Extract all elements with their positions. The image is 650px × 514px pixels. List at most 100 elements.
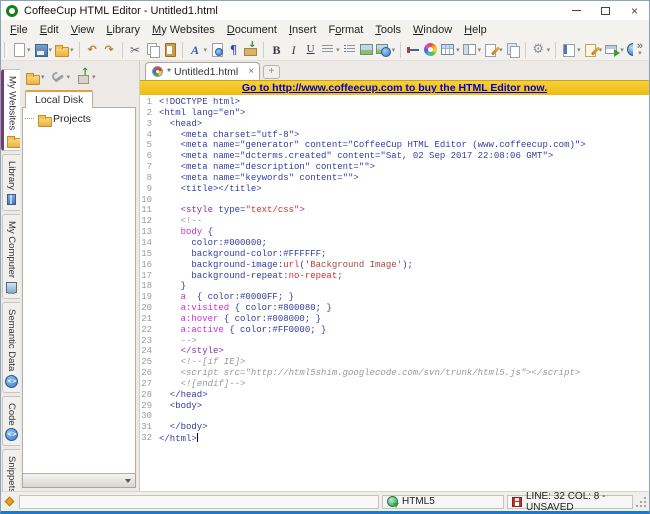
computer-icon (5, 281, 18, 295)
cut-button[interactable] (127, 41, 144, 58)
redo-icon (102, 42, 117, 57)
toolbar-separator (524, 41, 526, 58)
dropdown-arrow-icon: ▾ (41, 74, 45, 81)
sidebar-tab-my-websites[interactable]: My Websites (1, 69, 20, 152)
undo-button[interactable] (84, 41, 101, 58)
horizontal-rule-icon (406, 42, 421, 57)
toolbar-grip[interactable] (4, 41, 7, 58)
list-button[interactable] (341, 41, 358, 58)
new-document-button[interactable]: ▾ (10, 41, 32, 58)
tab-close-icon[interactable]: × (242, 66, 254, 77)
sidebar-tab-snippets[interactable]: Snippets (2, 449, 20, 491)
code-editor[interactable]: 1 <!DOCTYPE html> 2 <html lang="en"> 3 <head… (140, 95, 649, 491)
menu-help[interactable]: Help (458, 22, 493, 38)
insert-image-button[interactable] (358, 41, 375, 58)
buy-link[interactable]: Go to http://www.coffeecup.com to buy th… (242, 82, 547, 94)
edit-code-button[interactable]: ▾ (482, 41, 504, 58)
menu-edit[interactable]: Edit (34, 22, 65, 38)
image-library-button[interactable]: ▾ (375, 41, 397, 58)
panel-scrollbar[interactable] (22, 474, 136, 488)
resize-grip[interactable] (635, 496, 647, 508)
menu-file[interactable]: File (4, 22, 34, 38)
font-button[interactable]: ▾ (187, 41, 209, 58)
underline-button[interactable] (302, 41, 319, 58)
insert-image-icon (359, 42, 374, 57)
dropdown-arrow-icon: ▾ (391, 46, 396, 54)
code-line: 30 (140, 411, 649, 422)
menu-format[interactable]: Format (322, 22, 369, 38)
preview-browser-button[interactable]: ▾ (603, 41, 625, 58)
doctype-label: HTML5 (402, 496, 435, 507)
clipboard-button[interactable] (504, 41, 521, 58)
toolbar-overflow-button[interactable]: » ▾ (633, 40, 647, 58)
new-tab-button[interactable]: + (263, 65, 281, 79)
document-tab-label: * Untitled1.html (167, 65, 239, 78)
cursor-position-section: LINE: 32 COL: 8 - UNSAVED (507, 491, 633, 513)
toolbar-separator (400, 41, 402, 58)
open-file-button[interactable]: ▾ (53, 41, 75, 58)
sidebar-tab-semantic-data[interactable]: Semantic Data (2, 302, 20, 393)
horizontal-rule-button[interactable] (405, 41, 422, 58)
code-line: 8 <meta name="keywords" content=""> (140, 173, 649, 184)
code-text: <title></title> (159, 183, 262, 194)
redo-button[interactable] (101, 41, 118, 58)
table-button[interactable]: ▾ (439, 41, 461, 58)
settings-button[interactable]: ▾ (530, 41, 552, 58)
wrench-button[interactable]: ▾ (50, 69, 72, 86)
upload-file-button[interactable] (242, 41, 259, 58)
title-bar: CoffeeCup HTML Editor - Untitled1.html × (1, 1, 649, 20)
save-button[interactable]: ▾ (32, 41, 54, 58)
web-globe-icon (626, 42, 633, 57)
code-text: </body> (159, 422, 208, 433)
menu-window[interactable]: Window (407, 22, 458, 38)
sidebar-tab-library[interactable]: Library (2, 154, 20, 212)
code-text: color:#000000; (159, 237, 268, 248)
line-number: 19 (141, 292, 152, 303)
open-file-button[interactable]: ▾ (24, 69, 46, 86)
window-controls: × (562, 1, 649, 20)
bold-button[interactable] (268, 41, 285, 58)
sidebar-tab-code[interactable]: Code (2, 395, 20, 447)
menu-document[interactable]: Document (221, 22, 283, 38)
cursor-position-label: LINE: 32 COL: 8 - UNSAVED (526, 490, 606, 513)
maximize-icon (601, 6, 610, 15)
address-book-button[interactable]: ▾ (560, 41, 582, 58)
maximize-button[interactable] (591, 1, 620, 20)
line-number: 25 (141, 357, 152, 368)
italic-button[interactable] (285, 41, 302, 58)
web-globe-button[interactable]: ▾ (625, 41, 633, 58)
document-tab-untitled1[interactable]: * Untitled1.html × (145, 62, 261, 80)
menu-my-websites[interactable]: My Websites (146, 22, 221, 38)
menu-library[interactable]: Library (100, 22, 146, 38)
line-number: 26 (141, 368, 152, 379)
dropdown-arrow-icon: ▾ (499, 46, 503, 54)
align-button[interactable]: ▾ (319, 41, 341, 58)
code-line: 18 } (140, 281, 649, 292)
menu-tools[interactable]: Tools (369, 22, 407, 38)
code-line: 15 background-color:#FFFFFF; (140, 249, 649, 260)
copy-button[interactable] (144, 41, 161, 58)
file-tree[interactable]: Projects (22, 108, 136, 474)
color-wheel-button[interactable] (422, 41, 439, 58)
paragraph-button[interactable] (225, 41, 242, 58)
notepad-button[interactable]: ▾ (582, 41, 604, 58)
tree-branch-line (25, 118, 34, 119)
menu-insert[interactable]: Insert (283, 22, 323, 38)
dropdown-arrow-icon: ▾ (577, 46, 581, 54)
code-line: 21 a:hover { color:#008000; } (140, 314, 649, 325)
status-diamond-icon (4, 496, 15, 507)
line-number: 28 (141, 389, 152, 400)
publish-button[interactable]: ▾ (75, 68, 97, 86)
close-button[interactable]: × (620, 1, 649, 20)
underline-icon (303, 42, 318, 57)
paste-button[interactable] (161, 41, 178, 58)
sidebar-tab-my-computer[interactable]: My Computer (2, 214, 20, 300)
frames-button[interactable]: ▾ (461, 41, 483, 58)
minimize-button[interactable] (562, 1, 591, 20)
insert-bookmark-button[interactable] (208, 41, 225, 58)
tab-local-disk[interactable]: Local Disk (25, 90, 94, 108)
menu-view[interactable]: View (65, 22, 101, 38)
websites-panel: ▾ ▾ ▾ Local Disk Projects (20, 63, 139, 491)
line-number: 10 (141, 194, 152, 205)
tree-item-projects[interactable]: Projects (23, 108, 135, 127)
